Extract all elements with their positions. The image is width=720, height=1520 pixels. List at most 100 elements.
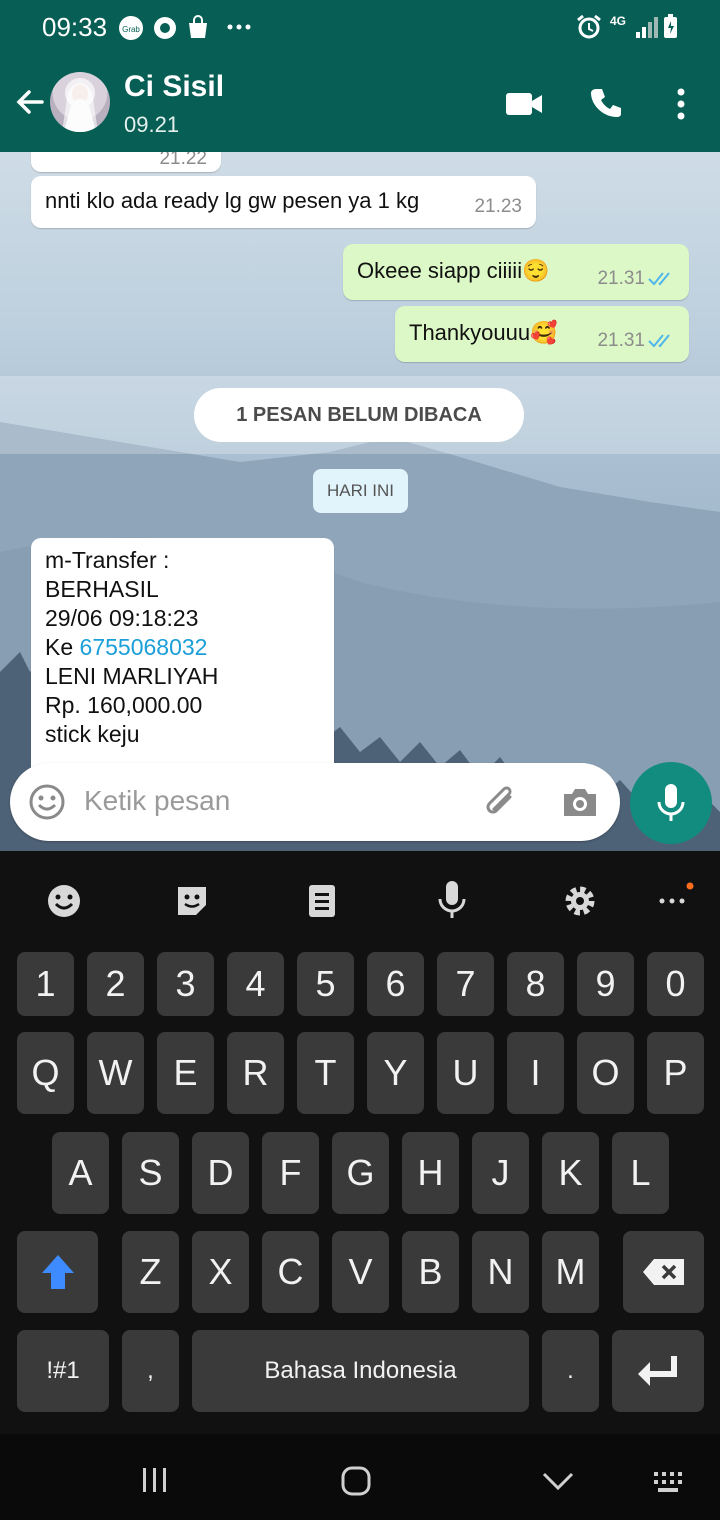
- video-call-icon[interactable]: [504, 90, 544, 118]
- back-arrow-icon[interactable]: [10, 82, 50, 122]
- key-x[interactable]: X: [192, 1231, 249, 1313]
- keyboard-switch-icon[interactable]: [652, 1470, 688, 1494]
- key-q[interactable]: Q: [17, 1032, 74, 1114]
- message-bubble-outgoing[interactable]: Thankyouuu🥰 21.31: [395, 306, 689, 362]
- key-d[interactable]: D: [192, 1132, 249, 1214]
- key-z[interactable]: Z: [122, 1231, 179, 1313]
- clipboard-icon[interactable]: [306, 881, 338, 921]
- keyboard-emoji-icon[interactable]: [46, 883, 82, 919]
- message-text: Okeee siapp ciiiii😌: [357, 258, 550, 283]
- alarm-icon: [577, 14, 601, 39]
- comma-key[interactable]: ,: [122, 1330, 179, 1412]
- key-1[interactable]: 1: [17, 952, 74, 1016]
- key-k[interactable]: K: [542, 1132, 599, 1214]
- period-key[interactable]: .: [542, 1330, 599, 1412]
- last-seen: 09.21: [124, 112, 180, 137]
- key-e[interactable]: E: [157, 1032, 214, 1114]
- key-4[interactable]: 4: [227, 952, 284, 1016]
- emoji-icon[interactable]: [28, 783, 66, 821]
- contact-avatar[interactable]: [50, 72, 110, 132]
- key-8[interactable]: 8: [507, 952, 564, 1016]
- key-c[interactable]: C: [262, 1231, 319, 1313]
- enter-icon: [638, 1356, 677, 1386]
- message-time: 21.31: [597, 268, 645, 289]
- message-bubble-incoming[interactable]: nnti klo ada ready lg gw pesen ya 1 kg 2…: [31, 176, 536, 228]
- transfer-line: 29/06 09:18:23: [45, 605, 199, 631]
- key-6[interactable]: 6: [367, 952, 424, 1016]
- transfer-line: stick keju: [45, 721, 140, 747]
- shift-arrow-icon: [41, 1255, 74, 1289]
- enter-key[interactable]: [612, 1330, 704, 1412]
- signal-icon: [636, 17, 658, 38]
- space-key[interactable]: Bahasa Indonesia: [192, 1330, 529, 1412]
- key-5[interactable]: 5: [297, 952, 354, 1016]
- key-b[interactable]: B: [402, 1231, 459, 1313]
- key-m[interactable]: M: [542, 1231, 599, 1313]
- key-7[interactable]: 7: [437, 952, 494, 1016]
- key-u[interactable]: U: [437, 1032, 494, 1114]
- key-o[interactable]: O: [577, 1032, 634, 1114]
- key-r[interactable]: R: [227, 1032, 284, 1114]
- key-0[interactable]: 0: [647, 952, 704, 1016]
- key-p[interactable]: P: [647, 1032, 704, 1114]
- key-h[interactable]: H: [402, 1132, 459, 1214]
- shift-key[interactable]: [17, 1231, 98, 1313]
- more-options-icon[interactable]: [674, 86, 688, 122]
- transfer-line: Rp. 160,000.00: [45, 692, 203, 718]
- key-f[interactable]: F: [262, 1132, 319, 1214]
- voice-call-icon[interactable]: [588, 86, 624, 122]
- recent-apps-icon[interactable]: [140, 1466, 170, 1494]
- message-text: Thankyouuu🥰: [409, 320, 558, 345]
- camera-icon[interactable]: [560, 785, 600, 819]
- read-receipt-icon: [648, 272, 670, 286]
- transfer-line: LENI MARLIYAH: [45, 663, 219, 689]
- sticker-icon[interactable]: [174, 883, 210, 919]
- message-time: 21.22: [159, 152, 207, 169]
- keyboard-voice-icon[interactable]: [436, 879, 468, 921]
- message-bubble-outgoing[interactable]: Okeee siapp ciiiii😌 21.31: [343, 244, 689, 300]
- transfer-line: m-Transfer :: [45, 547, 170, 573]
- transfer-line: Ke: [45, 634, 80, 660]
- more-notifications-icon: [227, 24, 251, 30]
- key-3[interactable]: 3: [157, 952, 214, 1016]
- attachment-icon[interactable]: [482, 783, 522, 823]
- key-9[interactable]: 9: [577, 952, 634, 1016]
- key-y[interactable]: Y: [367, 1032, 424, 1114]
- symbols-key[interactable]: !#1: [17, 1330, 109, 1412]
- chevron-down-icon[interactable]: [540, 1470, 576, 1492]
- key-a[interactable]: A: [52, 1132, 109, 1214]
- svg-text:Grab: Grab: [122, 25, 140, 34]
- key-2[interactable]: 2: [87, 952, 144, 1016]
- chat-area[interactable]: 21.22 nnti klo ada ready lg gw pesen ya …: [0, 152, 720, 852]
- key-i[interactable]: I: [507, 1032, 564, 1114]
- unread-messages-badge: 1 PESAN BELUM DIBACA: [194, 388, 524, 442]
- key-v[interactable]: V: [332, 1231, 389, 1313]
- settings-gear-icon[interactable]: [562, 883, 598, 919]
- key-w[interactable]: W: [87, 1032, 144, 1114]
- key-l[interactable]: L: [612, 1132, 669, 1214]
- message-bubble-partial[interactable]: 21.22: [31, 152, 221, 172]
- key-g[interactable]: G: [332, 1132, 389, 1214]
- message-input-bar[interactable]: Ketik pesan: [10, 763, 620, 841]
- home-icon[interactable]: [340, 1465, 372, 1497]
- backspace-icon: [642, 1259, 684, 1285]
- battery-icon: [664, 14, 677, 38]
- message-input[interactable]: Ketik pesan: [84, 785, 230, 817]
- key-j[interactable]: J: [472, 1132, 529, 1214]
- backspace-key[interactable]: [623, 1231, 704, 1313]
- key-t[interactable]: T: [297, 1032, 354, 1114]
- notification-app-icon: [154, 17, 176, 39]
- read-receipt-icon: [648, 334, 670, 348]
- status-bar: 09:33 Grab 4G: [0, 0, 720, 54]
- unread-divider: 1 PESAN BELUM DIBACA: [0, 376, 720, 454]
- date-chip: HARI INI: [313, 469, 408, 513]
- key-s[interactable]: S: [122, 1132, 179, 1214]
- key-n[interactable]: N: [472, 1231, 529, 1313]
- voice-message-button[interactable]: [630, 762, 712, 844]
- account-number-link[interactable]: 6755068032: [80, 634, 208, 660]
- contact-name[interactable]: Ci Sisil: [124, 70, 224, 104]
- microphone-icon: [657, 784, 685, 821]
- avatar-photo: [62, 83, 98, 132]
- transfer-message-bubble[interactable]: m-Transfer : BERHASIL 29/06 09:18:23 Ke …: [31, 538, 334, 778]
- more-tools-icon[interactable]: [656, 881, 696, 917]
